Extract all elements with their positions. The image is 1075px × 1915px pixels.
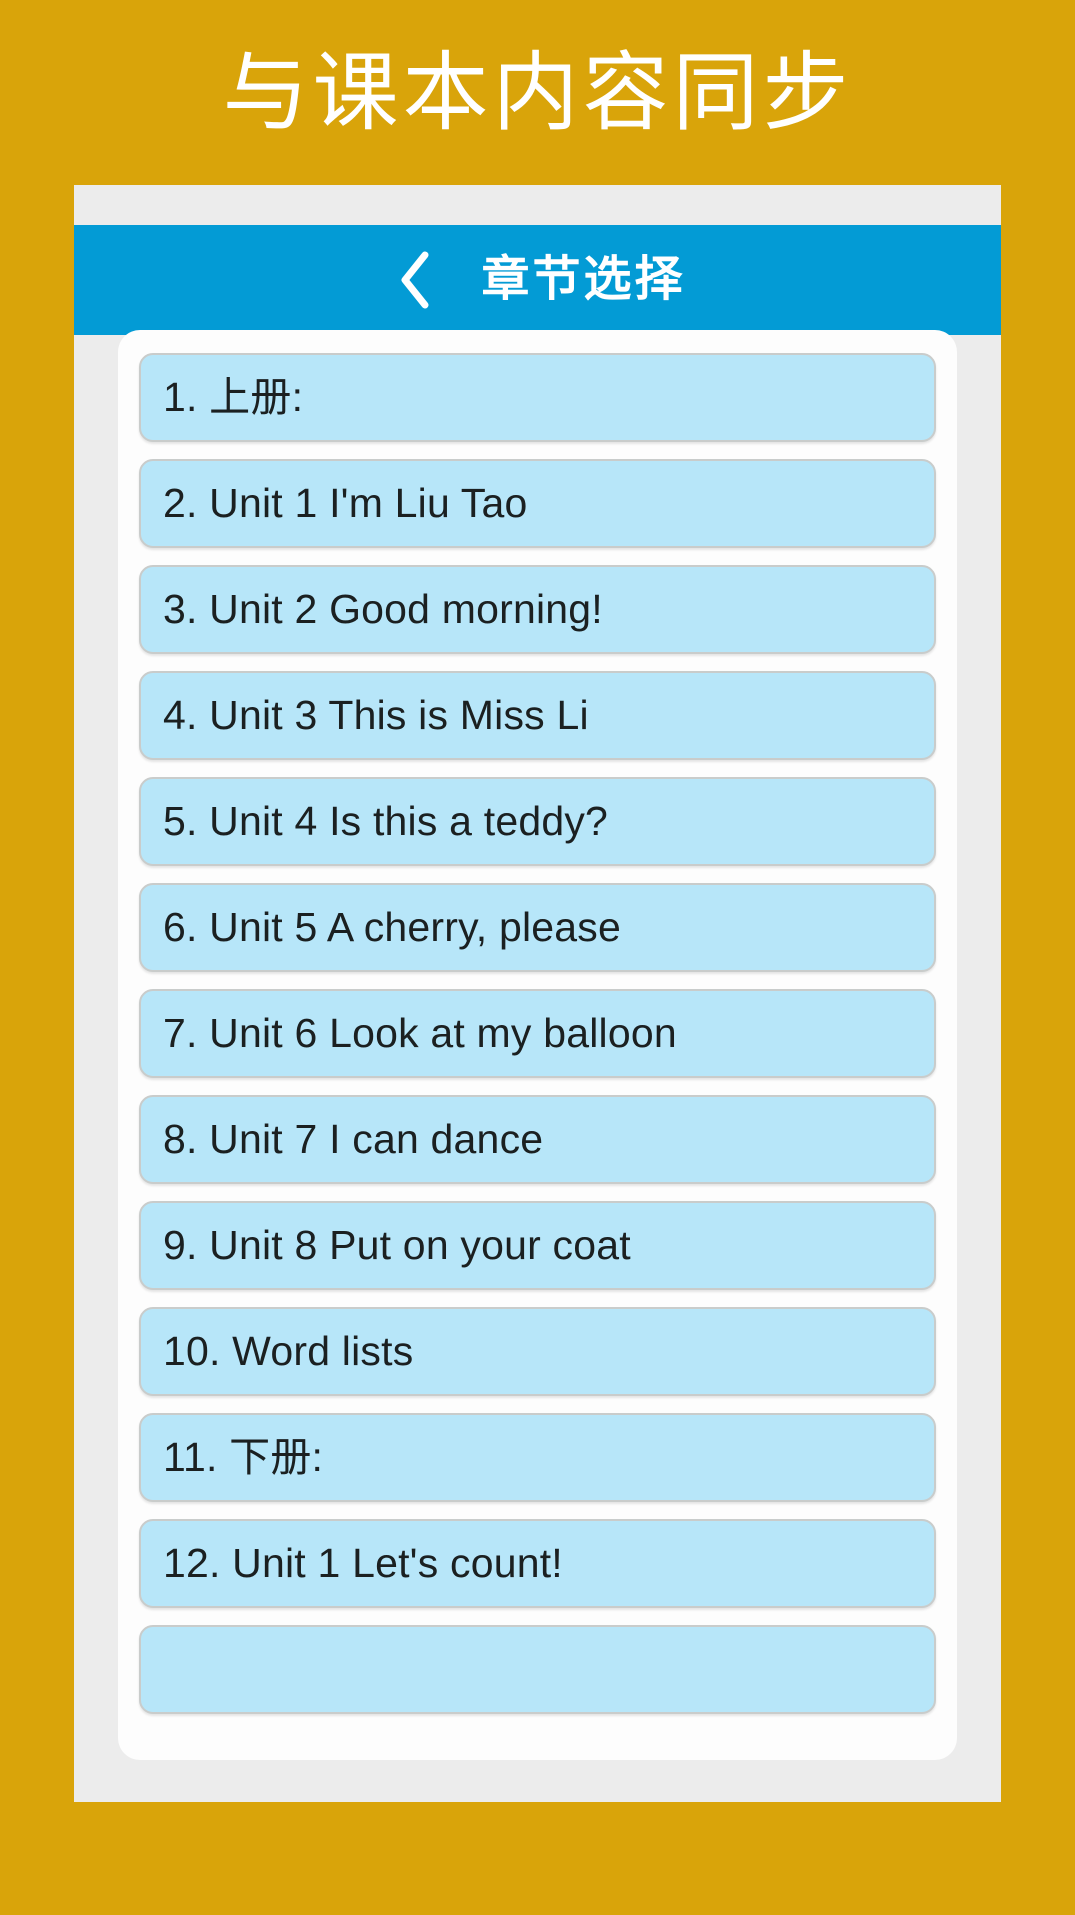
list-item-label: 9. Unit 8 Put on your coat	[163, 1222, 631, 1268]
list-item-label: 12. Unit 1 Let's count!	[163, 1540, 563, 1586]
chevron-left-icon	[398, 250, 432, 310]
list-item[interactable]: 7. Unit 6 Look at my balloon	[139, 989, 936, 1078]
chapter-list[interactable]: 1. 上册: 2. Unit 1 I'm Liu Tao 3. Unit 2 G…	[139, 353, 936, 1714]
list-item[interactable]: 6. Unit 5 A cherry, please	[139, 883, 936, 972]
list-item-label: 10. Word lists	[163, 1328, 414, 1374]
list-item[interactable]: 1. 上册:	[139, 353, 936, 442]
list-item-label: 1. 上册:	[163, 374, 304, 420]
app-header-bar: 章节选择	[74, 225, 1001, 335]
list-item[interactable]: 3. Unit 2 Good morning!	[139, 565, 936, 654]
list-item[interactable]: 8. Unit 7 I can dance	[139, 1095, 936, 1184]
list-item[interactable]: 11. 下册:	[139, 1413, 936, 1502]
list-item-clipped[interactable]	[139, 1625, 936, 1714]
list-item[interactable]: 10. Word lists	[139, 1307, 936, 1396]
list-item-label: 7. Unit 6 Look at my balloon	[163, 1010, 677, 1056]
list-item-label: 8. Unit 7 I can dance	[163, 1116, 544, 1162]
list-item-label: 5. Unit 4 Is this a teddy?	[163, 798, 609, 844]
list-item[interactable]: 4. Unit 3 This is Miss Li	[139, 671, 936, 760]
chapter-list-card: 1. 上册: 2. Unit 1 I'm Liu Tao 3. Unit 2 G…	[118, 330, 957, 1760]
list-item[interactable]: 9. Unit 8 Put on your coat	[139, 1201, 936, 1290]
list-item-label: 11. 下册:	[163, 1434, 324, 1480]
list-item[interactable]: 2. Unit 1 I'm Liu Tao	[139, 459, 936, 548]
list-item[interactable]: 12. Unit 1 Let's count!	[139, 1519, 936, 1608]
page-title: 章节选择	[481, 253, 686, 306]
promo-headline: 与课本内容同步	[222, 44, 853, 141]
list-item-label: 4. Unit 3 This is Miss Li	[163, 692, 589, 738]
list-item[interactable]: 5. Unit 4 Is this a teddy?	[139, 777, 936, 866]
back-button[interactable]	[389, 245, 441, 315]
phone-frame: 章节选择 1. 上册: 2. Unit 1 I'm Liu Tao 3. Uni…	[74, 185, 1001, 1802]
list-item-label: 2. Unit 1 I'm Liu Tao	[163, 480, 528, 526]
list-item-label: 3. Unit 2 Good morning!	[163, 586, 603, 632]
list-item-label: 6. Unit 5 A cherry, please	[163, 904, 621, 950]
